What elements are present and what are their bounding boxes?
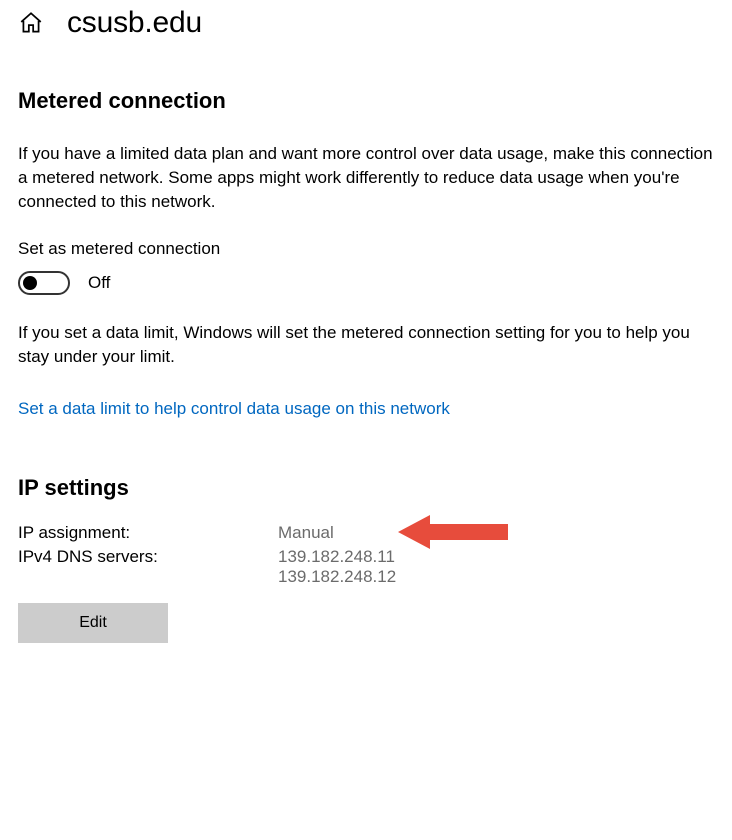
metered-heading: Metered connection xyxy=(18,88,714,114)
metered-description: If you have a limited data plan and want… xyxy=(18,142,714,213)
ip-heading: IP settings xyxy=(18,475,714,501)
toggle-knob xyxy=(23,276,37,290)
page-title: csusb.edu xyxy=(67,6,202,40)
metered-toggle-state: Off xyxy=(88,273,110,293)
edit-button[interactable]: Edit xyxy=(18,603,168,643)
dns-value-1: 139.182.248.11 xyxy=(278,547,396,567)
dns-label: IPv4 DNS servers: xyxy=(18,547,278,567)
home-icon[interactable] xyxy=(18,10,44,36)
dns-value-2: 139.182.248.12 xyxy=(278,567,396,587)
ip-assignment-value: Manual xyxy=(278,523,334,543)
metered-limit-note: If you set a data limit, Windows will se… xyxy=(18,321,714,369)
metered-toggle[interactable] xyxy=(18,271,70,295)
metered-toggle-label: Set as metered connection xyxy=(18,239,714,259)
data-limit-link[interactable]: Set a data limit to help control data us… xyxy=(18,399,450,419)
ip-assignment-label: IP assignment: xyxy=(18,523,278,543)
